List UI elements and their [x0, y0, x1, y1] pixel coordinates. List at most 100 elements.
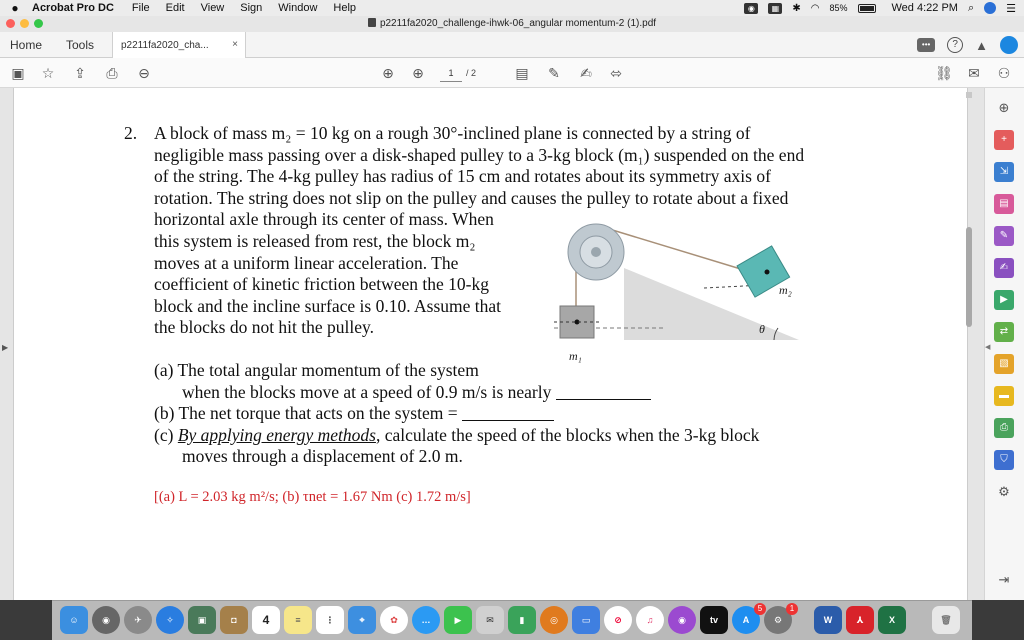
part-c-line1: (c) By applying energy methods, calculat… — [154, 425, 759, 447]
wifi-icon[interactable]: ◠ — [811, 3, 820, 14]
contacts-icon[interactable]: ◘ — [220, 606, 248, 634]
trash-icon[interactable]: 🗑 — [932, 606, 960, 634]
protect-icon[interactable]: ⛉ — [994, 450, 1014, 470]
scrollbar-thumb[interactable] — [966, 227, 972, 327]
sign-icon[interactable]: ✍ — [576, 63, 596, 83]
maps-icon[interactable]: ⌖ — [348, 606, 376, 634]
comment-icon[interactable]: ▤ — [512, 63, 532, 83]
finder-icon[interactable]: ☺ — [60, 606, 88, 634]
export-pdf-icon[interactable]: ⇲ — [994, 162, 1014, 182]
launchpad-icon[interactable]: ✈ — [124, 606, 152, 634]
send-for-review-icon[interactable]: ▶ — [994, 290, 1014, 310]
acrobat-icon[interactable]: ⅄ — [846, 606, 874, 634]
problem-line: the blocks do not hit the pulley. — [154, 317, 375, 338]
close-tab-icon[interactable]: × — [232, 39, 238, 50]
left-panel-toggle-icon[interactable]: ▶ — [2, 343, 8, 352]
help-icon[interactable]: ? — [947, 37, 964, 53]
battery-percent: 85% — [829, 3, 848, 13]
mail-icon[interactable]: ✉ — [476, 606, 504, 634]
menu-bar: ● Acrobat Pro DC File Edit View Sign Win… — [0, 0, 1024, 16]
notes-icon[interactable]: ≡ — [284, 606, 312, 634]
edit-pdf-icon[interactable]: ✎ — [994, 226, 1014, 246]
vertical-scrollbar[interactable] — [966, 92, 972, 592]
battery-icon[interactable] — [857, 3, 876, 13]
answer-blank-a — [555, 386, 651, 400]
apple-tv-icon[interactable]: tv — [700, 606, 728, 634]
menu-edit[interactable]: Edit — [158, 2, 193, 14]
reminders-icon[interactable]: ⋮ — [316, 606, 344, 634]
link-icon[interactable]: ⛓ — [934, 63, 954, 83]
photo-app-icon[interactable]: ▣ — [188, 606, 216, 634]
menu-extra-icon[interactable]: ▦ — [768, 2, 783, 14]
music-icon[interactable]: ♫ — [636, 606, 664, 634]
spotlight-icon[interactable]: ⌕ — [968, 2, 974, 15]
safari-icon[interactable]: ✧ — [156, 606, 184, 634]
avatar[interactable] — [1000, 36, 1018, 54]
siri-icon[interactable] — [984, 2, 997, 14]
previous-page-icon[interactable]: ⊕ — [378, 63, 398, 83]
menu-view[interactable]: View — [193, 2, 233, 14]
zoom-in-icon[interactable]: ⊕ — [994, 98, 1014, 118]
app-menu[interactable]: Acrobat Pro DC — [30, 2, 124, 14]
tools-tab[interactable]: Tools — [66, 38, 94, 52]
page-number-input[interactable]: 1 — [440, 64, 462, 82]
creative-cloud-icon[interactable]: ◉ — [744, 2, 759, 14]
share-tag-icon[interactable]: ⬄ — [606, 63, 626, 83]
menu-file[interactable]: File — [124, 2, 158, 14]
part-c-prefix: (c) — [154, 424, 178, 445]
comments-icon[interactable]: ••• — [917, 38, 936, 52]
upload-cloud-icon[interactable]: ⇪ — [70, 63, 90, 83]
highlight-pen-icon[interactable]: ✎ — [544, 63, 564, 83]
part-c-line2: moves through a displacement of 2.0 m. — [182, 446, 463, 467]
app-nav-bar: Home Tools p2211fa2020_cha... × ••• ? ▲ — [0, 32, 1024, 58]
messages-icon[interactable]: … — [412, 606, 440, 634]
print-production-icon[interactable]: ⎙ — [994, 418, 1014, 438]
part-a-text: when the blocks move at a speed of 0.9 m… — [182, 381, 552, 402]
part-a-line2: when the blocks move at a speed of 0.9 m… — [182, 382, 651, 404]
notification-center-icon[interactable]: ☰ — [1006, 2, 1016, 15]
collapse-panel-icon[interactable]: ◀ — [985, 343, 990, 351]
system-preferences-badge: 1 — [786, 603, 798, 615]
part-b-text: (b) The net torque that acts on the syst… — [154, 403, 458, 424]
podcasts-icon[interactable]: ◉ — [668, 606, 696, 634]
home-tab[interactable]: Home — [10, 38, 42, 52]
more-tools-icon[interactable]: ⚙ — [994, 482, 1014, 502]
enhance-scans-icon[interactable]: ▧ — [994, 354, 1014, 374]
excel-icon[interactable]: X — [878, 606, 906, 634]
document-tab[interactable]: p2211fa2020_cha... × — [112, 32, 246, 58]
chrome-icon[interactable]: ◎ — [540, 606, 568, 634]
clock[interactable]: Wed 4:22 PM — [892, 2, 958, 14]
fill-sign-icon[interactable]: ✍ — [994, 258, 1014, 278]
organize-pages-icon[interactable]: ▤ — [994, 194, 1014, 214]
menu-window[interactable]: Window — [270, 2, 325, 14]
menu-sign[interactable]: Sign — [232, 2, 270, 14]
facetime-icon[interactable]: ▶ — [444, 606, 472, 634]
apple-icon[interactable]: ● — [0, 1, 30, 15]
add-user-icon[interactable]: ⚇ — [994, 63, 1014, 83]
comment-tool-icon[interactable]: ▬ — [994, 386, 1014, 406]
pdf-page: 2. A block of mass m₂ = 10 kg on a rough… — [13, 88, 968, 600]
pdf-file-icon — [367, 18, 376, 27]
siri-dock-icon[interactable]: ◉ — [92, 606, 120, 634]
numbers-icon[interactable]: ▮ — [508, 606, 536, 634]
bell-icon[interactable]: ▲ — [975, 38, 988, 53]
calendar-icon[interactable]: 4 — [252, 606, 280, 634]
zoom-out-icon[interactable]: ⊖ — [134, 63, 154, 83]
create-pdf-icon[interactable]: + — [994, 130, 1014, 150]
next-page-icon[interactable]: ⊕ — [408, 63, 428, 83]
document-viewport[interactable]: ▶ 2. A block of mass m₂ = 10 kg on a rou… — [0, 88, 984, 600]
print-icon[interactable]: ⎙ — [102, 63, 122, 83]
photos-icon[interactable]: ✿ — [380, 606, 408, 634]
email-icon[interactable]: ✉ — [964, 63, 984, 83]
bookmark-star-icon[interactable]: ☆ — [38, 63, 58, 83]
menu-help[interactable]: Help — [325, 2, 364, 14]
expand-panel-icon[interactable]: ⇥ — [994, 570, 1014, 590]
word-icon[interactable]: W — [814, 606, 842, 634]
problem-line: horizontal axle through its center of ma… — [154, 209, 494, 230]
compare-files-icon[interactable]: ⇄ — [994, 322, 1014, 342]
pulley-incline-figure: m₂ m₁ θ — [554, 223, 799, 363]
news-icon[interactable]: ⊘ — [604, 606, 632, 634]
keynote-icon[interactable]: ▭ — [572, 606, 600, 634]
bluetooth-icon[interactable]: ✱ — [792, 3, 800, 14]
save-icon[interactable]: ▣ — [8, 63, 28, 83]
